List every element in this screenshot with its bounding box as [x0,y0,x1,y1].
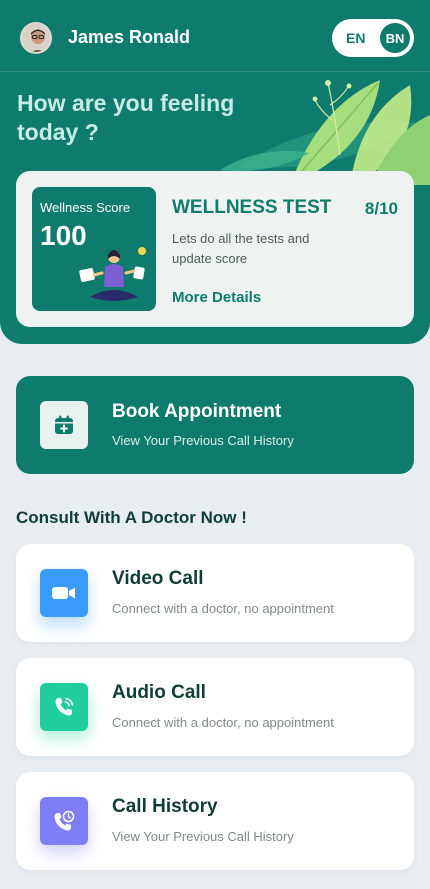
call-history-title: Call History [112,796,218,817]
video-call-title: Video Call [112,568,204,589]
audio-call-title: Audio Call [112,682,206,703]
wellness-score-label: Wellness Score [40,200,131,215]
phone-icon [40,683,88,731]
book-appointment-subtitle: View Your Previous Call History [112,433,294,448]
audio-call-subtitle: Connect with a doctor, no appointment [112,715,334,730]
language-en-option[interactable]: EN [346,30,365,46]
consult-section-title: Consult With A Doctor Now ! [16,508,247,527]
video-call-card[interactable]: Video Call Connect with a doctor, no app… [16,544,414,642]
book-appointment-card[interactable]: Book Appointment View Your Previous Call… [16,376,414,474]
video-call-subtitle: Connect with a doctor, no appointment [112,601,334,616]
wellness-card[interactable]: Wellness Score 100 WELLNESS TEST 8/10 Le… [16,171,414,327]
wellness-test-description: Lets do all the tests and update score [172,231,310,266]
avatar[interactable] [20,22,52,54]
call-history-subtitle: View Your Previous Call History [112,829,294,844]
more-details-link[interactable]: More Details [172,289,261,306]
meditation-illustration [79,247,146,301]
user-name: James Ronald [68,27,191,47]
wellness-score-box: Wellness Score 100 [32,187,156,311]
wellness-test-title: WELLNESS TEST [172,197,332,218]
phone-history-icon [40,797,88,845]
language-bn-option[interactable]: BN [380,23,410,53]
top-bar: James Ronald EN BN [0,0,430,72]
language-toggle[interactable]: EN BN [332,19,414,57]
audio-call-card[interactable]: Audio Call Connect with a doctor, no app… [16,658,414,756]
header: James Ronald EN BN How are you feeling t… [0,0,430,344]
wellness-test-progress: 8/10 [364,199,398,218]
book-appointment-title: Book Appointment [112,401,282,422]
video-camera-icon [40,569,88,617]
calendar-plus-icon [40,401,88,449]
call-history-card[interactable]: Call History View Your Previous Call His… [16,772,414,870]
leaves-illustration [220,80,430,185]
